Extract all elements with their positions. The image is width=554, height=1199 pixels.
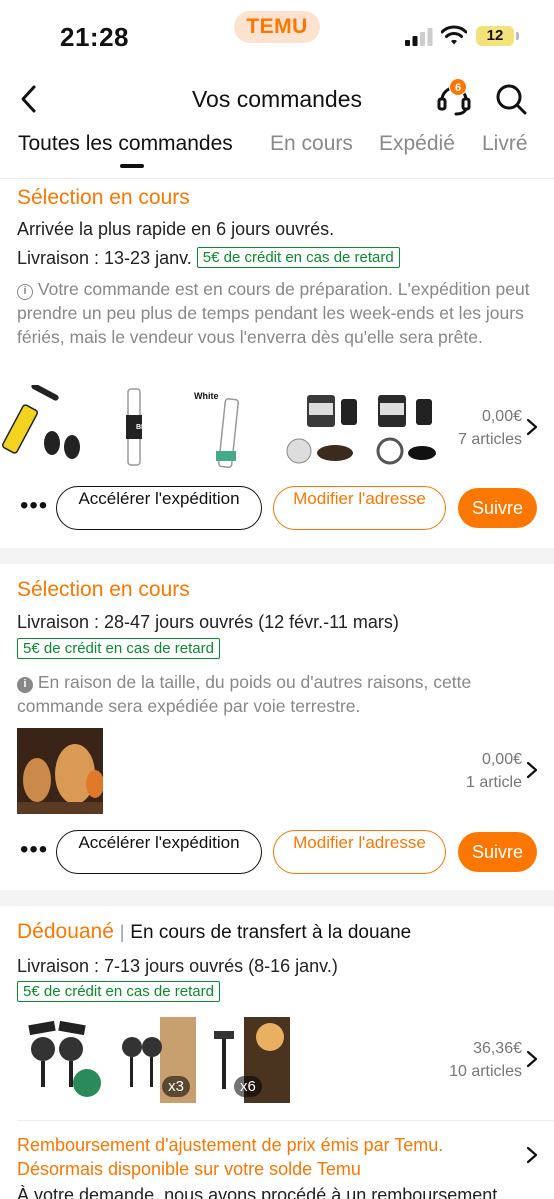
product-thumb-black-marker[interactable]: BLACK xyxy=(92,385,176,471)
tabs-divider xyxy=(0,178,554,179)
chevron-right-icon[interactable] xyxy=(526,418,538,436)
order-tabs: Toutes les commandes En cours Expédié Li… xyxy=(0,128,554,176)
divider xyxy=(17,1120,554,1121)
rattan-lamps-image xyxy=(17,728,103,814)
product-thumb-cement-dye-brown[interactable] xyxy=(279,385,365,471)
chevron-right-icon[interactable] xyxy=(526,1050,538,1068)
battery-indicator: 12 xyxy=(476,26,519,46)
product-thumb-rattan-lamps[interactable] xyxy=(17,728,103,814)
order-card[interactable]: Sélection en cours Livraison : 28-47 jou… xyxy=(0,564,554,890)
delivery-window: Livraison : 13-23 janv. xyxy=(17,248,192,268)
clock: 21:28 xyxy=(60,22,129,52)
wifi-icon xyxy=(441,25,467,45)
refund-notice-body: À votre demande, nous avons procédé à un… xyxy=(17,1185,498,1199)
search-icon[interactable] xyxy=(494,82,528,116)
thumb-label-white: White xyxy=(194,391,219,401)
product-thumbnails[interactable]: x3 x6 xyxy=(0,1017,290,1103)
card-separator xyxy=(0,548,554,564)
item-count: 7 articles xyxy=(457,431,522,448)
product-thumbnails[interactable]: BLACK White xyxy=(0,385,440,471)
modify-address-button[interactable]: Modifier l'adresse xyxy=(273,830,446,874)
product-thumb-white-marker[interactable]: White xyxy=(186,385,270,471)
track-button[interactable]: Suivre xyxy=(458,832,537,872)
delivery-window: Livraison : 28-47 jours ouvrés (12 févr.… xyxy=(17,612,399,632)
status-separator: | xyxy=(119,922,125,942)
refund-notice-title[interactable]: Remboursement d'ajustement de prix émis … xyxy=(17,1133,522,1181)
app-header: Vos commandes 6 xyxy=(0,72,554,126)
price-summary[interactable]: 0,00€ 1 article xyxy=(466,748,522,794)
order-note-text: Votre commande est en cours de préparati… xyxy=(17,279,530,347)
order-total: 0,00€ xyxy=(481,408,522,425)
card-separator xyxy=(0,890,554,906)
accelerate-shipping-button[interactable]: Accélérer l'expédition xyxy=(56,830,262,874)
cement-dye-black-image xyxy=(376,395,436,465)
chevron-right-icon[interactable] xyxy=(526,761,538,779)
tab-all-orders[interactable]: Toutes les commandes xyxy=(18,132,233,156)
product-thumb-spotlight-pack[interactable]: x3 xyxy=(110,1017,196,1103)
order-status: Sélection en cours xyxy=(17,186,190,209)
temu-app-pill[interactable]: TEMU xyxy=(234,11,320,43)
order-card[interactable]: Dédouané | En cours de transfert à la do… xyxy=(0,906,554,1199)
accelerate-shipping-button[interactable]: Accélérer l'expédition xyxy=(56,486,262,530)
modify-address-button[interactable]: Modifier l'adresse xyxy=(273,486,446,530)
delivery-line: Livraison : 13-23 janv. 5€ de crédit en … xyxy=(17,247,400,269)
arrival-estimate: Arrivée la plus rapide en 6 jours ouvrés… xyxy=(17,219,335,239)
late-credit-badge: 5€ de crédit en cas de retard xyxy=(17,981,220,1002)
more-options-icon[interactable]: ••• xyxy=(20,494,48,518)
late-credit-badge: 5€ de crédit en cas de retard xyxy=(17,638,220,659)
product-thumb-caulking-gun[interactable] xyxy=(0,385,84,471)
order-total: 0,00€ xyxy=(481,751,522,768)
item-count: 10 articles xyxy=(449,1063,522,1080)
chevron-right-icon[interactable] xyxy=(526,1146,538,1164)
order-card[interactable]: Sélection en cours Arrivée la plus rapid… xyxy=(0,180,554,548)
active-tab-indicator xyxy=(120,164,144,168)
product-thumb-solar-spotlight[interactable] xyxy=(17,1017,103,1103)
order-note-text: En raison de la taille, du poids ou d'au… xyxy=(17,672,472,716)
cellular-signal-icon xyxy=(405,28,433,46)
tab-delivered[interactable]: Livré xyxy=(482,132,528,156)
price-summary[interactable]: 36,36€ 10 articles xyxy=(449,1037,522,1083)
item-count: 1 article xyxy=(465,774,522,791)
solar-spotlight-image xyxy=(28,1020,101,1097)
order-total: 36,36€ xyxy=(473,1040,522,1057)
order-note: i En raison de la taille, du poids ou d'… xyxy=(17,670,542,718)
quantity-badge: x3 xyxy=(162,1076,190,1097)
support-notification-badge: 6 xyxy=(449,78,467,96)
thumb-label-black: BLACK xyxy=(136,424,161,431)
order-actions: ••• Accélérer l'expédition Modifier l'ad… xyxy=(0,830,554,874)
order-status-detail: En cours de transfert à la douane xyxy=(130,922,412,943)
track-button[interactable]: Suivre xyxy=(458,488,537,528)
product-thumb-garden-light[interactable]: x6 xyxy=(204,1017,290,1103)
order-actions: ••• Accélérer l'expédition Modifier l'ad… xyxy=(0,486,554,530)
product-thumb-cement-dye-black[interactable] xyxy=(372,385,438,471)
order-status: Sélection en cours xyxy=(17,578,190,601)
caulking-gun-image xyxy=(0,385,84,471)
delivery-window: Livraison : 7-13 jours ouvrés (8-16 janv… xyxy=(17,956,338,976)
black-marker-image xyxy=(126,388,142,466)
cement-dye-brown-image xyxy=(286,395,357,464)
order-status: Dédouané xyxy=(17,920,114,943)
info-icon: i xyxy=(17,284,33,300)
order-status-line: Dédouané | En cours de transfert à la do… xyxy=(17,920,411,944)
tab-shipped[interactable]: Expédié xyxy=(379,132,455,156)
tab-in-progress[interactable]: En cours xyxy=(270,132,353,156)
status-bar: 21:28 TEMU 12 xyxy=(0,0,554,70)
product-thumbnails[interactable] xyxy=(0,728,103,814)
late-credit-badge: 5€ de crédit en cas de retard xyxy=(196,247,400,268)
info-icon: i xyxy=(17,677,33,693)
quantity-badge: x6 xyxy=(234,1076,262,1097)
price-summary[interactable]: 0,00€ 7 articles xyxy=(458,405,522,451)
more-options-icon[interactable]: ••• xyxy=(20,838,48,862)
order-note: i Votre commande est en cours de prépara… xyxy=(17,277,542,349)
